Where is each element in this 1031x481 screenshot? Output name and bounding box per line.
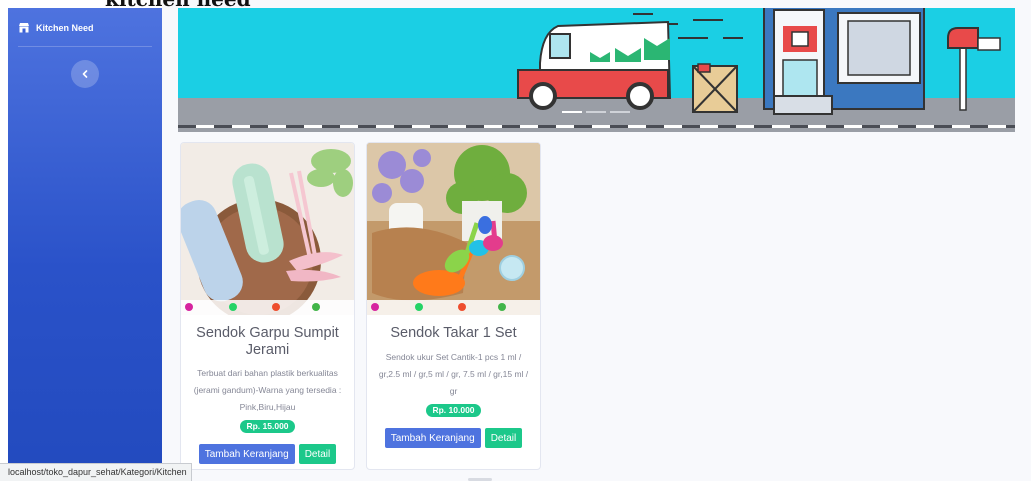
sidebar-toggle-button[interactable] — [71, 60, 99, 88]
product-title: Sendok Garpu Sumpit Jerami — [196, 325, 339, 358]
product-actions: Tambah Keranjang Detail — [375, 428, 532, 448]
product-description: Sendok ukur Set Cantik-1 pcs 1 ml / gr,2… — [378, 352, 529, 396]
carousel-indicator-1[interactable] — [562, 111, 582, 113]
mailbox-illustration — [947, 27, 1001, 111]
hero-banner — [178, 8, 1015, 132]
carousel-indicator-3[interactable] — [610, 111, 630, 113]
brand-label: Kitchen Need — [36, 22, 94, 33]
product-card: Sendok Takar 1 Set Sendok ukur Set Canti… — [366, 142, 541, 470]
product-card-body: Sendok Takar 1 Set Sendok ukur Set Canti… — [367, 315, 540, 448]
product-description: Terbuat dari bahan plastik berkualitas (… — [193, 368, 342, 412]
sidebar-divider — [18, 46, 152, 47]
price-badge: Rp. 15.000 — [240, 420, 295, 433]
browser-status-bar: localhost/toko_dapur_sehat/Kategori/Kitc… — [0, 463, 192, 481]
package-box-illustration — [692, 63, 738, 113]
product-card-body: Sendok Garpu Sumpit Jerami Terbuat dari … — [181, 315, 354, 464]
product-card: Sendok Garpu Sumpit Jerami Terbuat dari … — [180, 142, 355, 470]
product-actions: Tambah Keranjang Detail — [189, 444, 346, 464]
product-image[interactable] — [181, 143, 354, 315]
sidebar: Kitchen Need — [8, 8, 162, 481]
detail-button[interactable]: Detail — [484, 428, 523, 448]
carousel-indicator-2[interactable] — [586, 111, 606, 113]
price-badge: Rp. 10.000 — [426, 404, 481, 417]
detail-button[interactable]: Detail — [298, 444, 337, 464]
carousel-indicators[interactable] — [562, 111, 630, 113]
store-icon — [18, 22, 30, 33]
product-title: Sendok Takar 1 Set — [390, 325, 517, 341]
road-markings — [178, 125, 1015, 128]
add-to-cart-button[interactable]: Tambah Keranjang — [198, 444, 295, 464]
delivery-van-illustration — [517, 20, 672, 110]
product-image[interactable] — [367, 143, 540, 315]
sidebar-brand[interactable]: Kitchen Need — [18, 22, 94, 33]
store-building-illustration — [763, 8, 925, 115]
chevron-left-icon — [81, 65, 89, 83]
add-to-cart-button[interactable]: Tambah Keranjang — [384, 428, 481, 448]
